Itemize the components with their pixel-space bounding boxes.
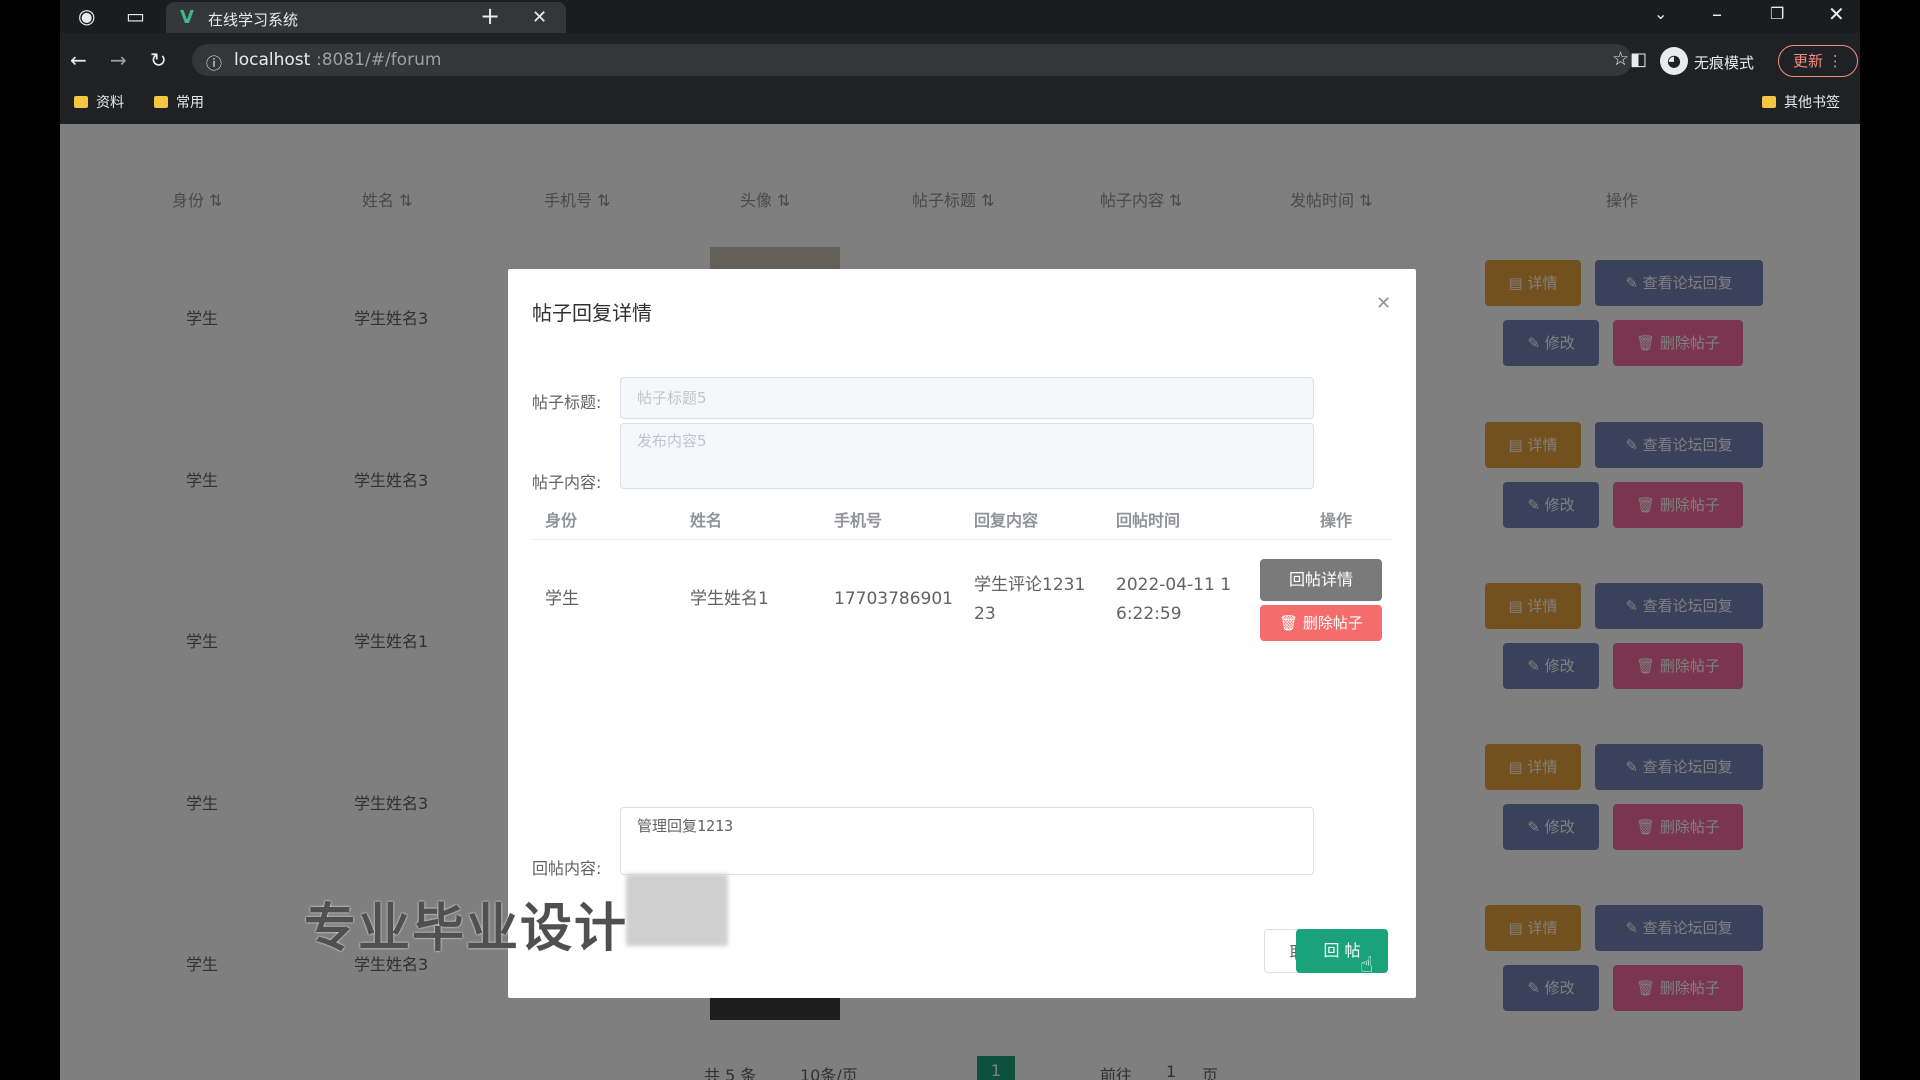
bookmark-star-icon[interactable]: ☆ — [1612, 48, 1629, 70]
folder-icon — [74, 96, 88, 108]
reply-content: 学生评论123123 — [974, 575, 1086, 624]
cursor-hand-icon: ☝ — [1360, 953, 1374, 978]
blurred-region — [626, 874, 728, 946]
url-host: localhost — [234, 50, 311, 70]
new-tab-icon[interactable]: + — [480, 4, 500, 28]
reply-col-header: 身份 — [545, 511, 578, 530]
bookmark-item[interactable]: 常用 — [154, 92, 204, 112]
reply-col-header: 回复内容 — [974, 511, 1039, 530]
tab-active[interactable]: V 在线学习系统 ✕ — [166, 2, 566, 33]
reply-role: 学生 — [545, 589, 579, 609]
other-bookmarks[interactable]: 其他书签 — [1762, 92, 1840, 112]
bookmark-label: 其他书签 — [1784, 95, 1840, 111]
close-icon[interactable]: ✕ — [1376, 293, 1391, 314]
reply-col-header: 姓名 — [690, 511, 723, 530]
reply-time: 2022-04-11 16:22:59 — [1116, 575, 1232, 624]
tab-title: 在线学习系统 — [208, 11, 299, 29]
vue-logo-icon: V — [180, 7, 194, 28]
forward-icon[interactable]: → — [110, 50, 127, 70]
restore-icon[interactable]: ❐ — [1770, 4, 1784, 24]
folder-icon — [154, 96, 168, 108]
url-path: :8081/#/forum — [316, 50, 442, 70]
folder-icon — [1762, 96, 1776, 108]
tab-strip: ◉ ▭ V 在线学习系统 ✕ + ⌄ – ❐ ✕ — [60, 0, 1860, 33]
divider — [532, 539, 1392, 540]
tab-close-icon[interactable]: ✕ — [532, 7, 547, 28]
incognito-icon[interactable]: ◕ — [1660, 47, 1688, 75]
post-title-label: 帖子标题: — [532, 393, 602, 412]
tab-search-icon[interactable]: ▭ — [126, 6, 145, 26]
post-content-field[interactable]: 发布内容5 — [620, 423, 1314, 489]
tab-list-chevron-icon[interactable]: ⌄ — [1654, 4, 1667, 24]
address-bar[interactable]: ⓘ localhost :8081/#/forum ☆ — [192, 44, 1632, 76]
site-info-icon[interactable]: ⓘ — [206, 50, 222, 74]
bookmark-item[interactable]: 资料 — [74, 92, 124, 112]
side-panel-icon[interactable]: ◧ — [1630, 50, 1647, 70]
browser-chrome: ◉ ▭ V 在线学习系统 ✕ + ⌄ – ❐ ✕ ← → ↻ ⓘ localho… — [60, 0, 1860, 124]
reply-input[interactable]: 管理回复1213 — [620, 807, 1314, 875]
reply-col-header: 手机号 — [834, 511, 883, 530]
submit-reply-button[interactable]: 回 帖 — [1296, 929, 1388, 973]
minimize-icon[interactable]: – — [1712, 4, 1722, 24]
incognito-label: 无痕模式 — [1694, 54, 1755, 72]
back-icon[interactable]: ← — [70, 50, 87, 70]
reply-name: 学生姓名1 — [690, 589, 769, 609]
post-title-field[interactable]: 帖子标题5 — [620, 377, 1314, 419]
watermark-text: 专业毕业设计 — [304, 899, 629, 959]
dialog-title: 帖子回复详情 — [532, 301, 652, 325]
reply-col-header: 操作 — [1320, 511, 1353, 530]
bookmark-label: 常用 — [176, 95, 204, 111]
bookmark-label: 资料 — [96, 95, 124, 111]
reply-delete-button[interactable]: 🗑 删除帖子 — [1260, 605, 1382, 641]
reload-icon[interactable]: ↻ — [150, 50, 167, 70]
reply-input-label: 回帖内容: — [532, 859, 602, 878]
post-content-label: 帖子内容: — [532, 473, 602, 492]
browser-window: ◉ ▭ V 在线学习系统 ✕ + ⌄ – ❐ ✕ ← → ↻ ⓘ localho… — [60, 0, 1860, 1080]
reply-phone: 17703786901 — [834, 589, 953, 609]
update-button[interactable]: 更新 ⋮ — [1778, 45, 1858, 77]
reply-col-header: 回帖时间 — [1116, 511, 1181, 530]
close-window-icon[interactable]: ✕ — [1828, 4, 1845, 24]
update-label: 更新 — [1793, 52, 1824, 70]
btn-label: 删除帖子 — [1302, 614, 1363, 632]
reply-detail-button[interactable]: 回帖详情 — [1260, 559, 1382, 601]
browser-menu-icon[interactable]: ◉ — [78, 6, 95, 26]
